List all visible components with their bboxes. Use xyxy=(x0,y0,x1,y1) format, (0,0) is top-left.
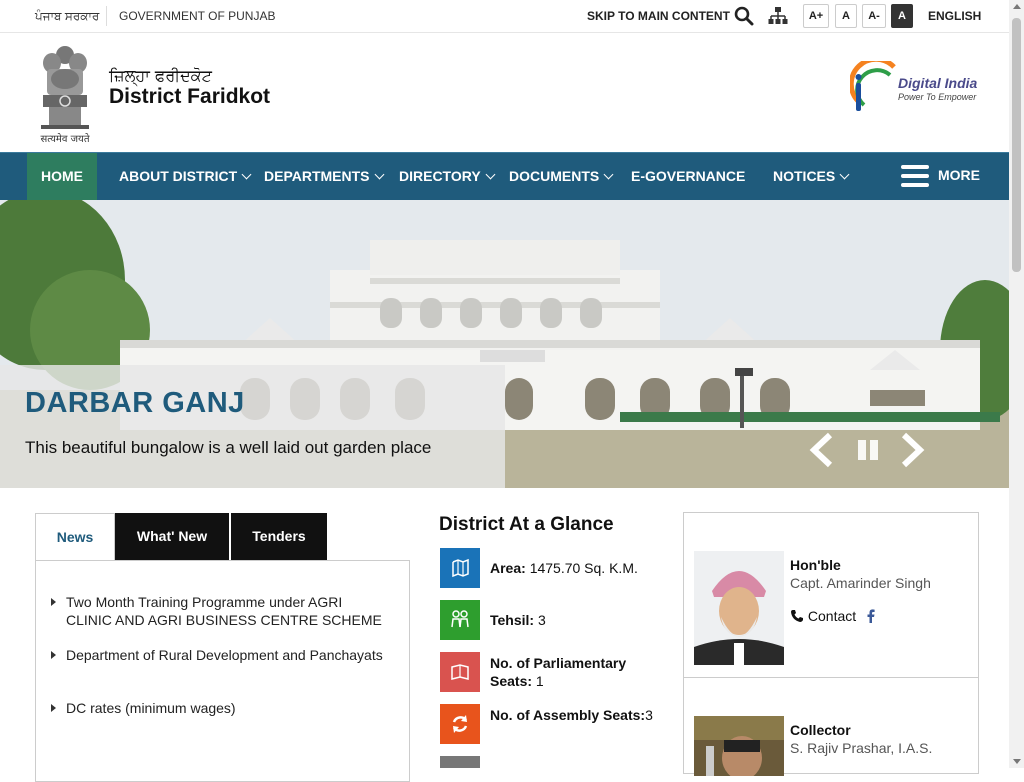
official-title: Collector xyxy=(790,722,851,738)
site-title-punjabi[interactable]: ਜ਼ਿਲ੍ਹਾ ਫਰੀਦਕੋਟ xyxy=(109,66,212,86)
search-icon[interactable] xyxy=(734,6,754,26)
punjab-sarkar-link[interactable]: ਪੰਜਾਬ ਸਰਕਾਰ xyxy=(35,9,99,24)
glance-row-parliamentary: No. of Parliamentary Seats: 1 xyxy=(440,652,670,692)
hero-slider: DARBAR GANJ This beautiful bungalow is a… xyxy=(0,200,1009,488)
official-photo-cm xyxy=(694,551,784,665)
glance-value: 3 xyxy=(645,707,653,723)
map-icon xyxy=(440,548,480,588)
glance-value: 3 xyxy=(537,612,546,628)
chevron-down-icon xyxy=(485,169,496,180)
news-item[interactable]: Two Month Training Programme under AGRI … xyxy=(51,593,386,629)
glance-row-assembly: No. of Assembly Seats:3 xyxy=(440,704,670,744)
nav-documents[interactable]: DOCUMENTS xyxy=(509,153,614,200)
scrollbar-thumb[interactable] xyxy=(1012,18,1021,272)
slide-title: DARBAR GANJ xyxy=(25,387,245,419)
government-of-punjab-link[interactable]: GOVERNMENT OF PUNJAB xyxy=(119,9,275,23)
top-bar: ਪੰਜਾਬ ਸਰਕਾਰ GOVERNMENT OF PUNJAB SKIP TO… xyxy=(0,0,1009,33)
news-item-text[interactable]: DC rates (minimum wages) xyxy=(66,700,236,716)
glance-row-area: Area: 1475.70 Sq. K.M. xyxy=(440,548,670,588)
news-item-text[interactable]: Two Month Training Programme under AGRI … xyxy=(66,594,382,628)
slider-previous-icon[interactable] xyxy=(808,432,836,468)
site-header: सत्यमेव जयते ਜ਼ਿਲ੍ਹਾ ਫਰੀਦਕੋਟ District Fa… xyxy=(0,33,1009,151)
tab-news[interactable]: News xyxy=(35,513,115,562)
chevron-down-icon xyxy=(241,169,252,180)
nav-documents-label: DOCUMENTS xyxy=(509,168,600,184)
high-contrast-button[interactable]: A xyxy=(891,4,913,28)
book-icon xyxy=(440,652,480,692)
nav-home-label: HOME xyxy=(41,168,83,184)
main-navigation: HOME ABOUT DISTRICT DEPARTMENTS DIRECTOR… xyxy=(0,152,1009,200)
glance-value: 1 xyxy=(535,673,544,689)
more-menu-label[interactable]: MORE xyxy=(938,167,980,183)
glance-label: No. of Assembly Seats: xyxy=(490,707,646,723)
digital-india-tagline: Power To Empower xyxy=(898,92,977,102)
glance-title: District At a Glance xyxy=(439,514,614,535)
divider xyxy=(684,677,978,678)
chevron-down-icon xyxy=(839,169,850,180)
tab-tenders[interactable]: Tenders xyxy=(231,513,327,560)
page-scrollbar[interactable] xyxy=(1009,0,1024,768)
glance-label: Area: xyxy=(490,560,526,576)
slide-description: This beautiful bungalow is a well laid o… xyxy=(25,438,432,457)
caret-right-icon xyxy=(51,598,56,606)
hamburger-menu-icon[interactable] xyxy=(901,165,929,187)
slider-pause-icon[interactable] xyxy=(858,440,882,462)
official-name: S. Rajiv Prashar, I.A.S. xyxy=(790,740,933,756)
glance-label: No. of Parliamentary Seats: xyxy=(490,655,627,689)
glance-label: Tehsil: xyxy=(490,612,535,628)
font-normal-button[interactable]: A xyxy=(835,4,857,28)
nav-about-district-label: ABOUT DISTRICT xyxy=(119,168,238,184)
official-name: Capt. Amarinder Singh xyxy=(790,575,931,591)
digital-india-title: Digital India xyxy=(898,75,978,91)
tab-whats-new[interactable]: What' New xyxy=(115,513,229,560)
nav-e-governance-label: E-GOVERNANCE xyxy=(631,168,746,184)
contact-link[interactable]: Contact xyxy=(790,608,876,624)
emblem-motto: सत्यमेव जयते xyxy=(40,134,90,145)
skip-to-main-content-link[interactable]: SKIP TO MAIN CONTENT xyxy=(587,9,730,23)
divider xyxy=(106,6,107,26)
news-item[interactable]: DC rates (minimum wages) xyxy=(51,699,386,717)
nav-notices[interactable]: NOTICES xyxy=(773,153,850,200)
official-title: Hon'ble xyxy=(790,557,841,573)
nav-directory[interactable]: DIRECTORY xyxy=(399,153,496,200)
nav-directory-label: DIRECTORY xyxy=(399,168,481,184)
people-icon xyxy=(440,600,480,640)
nav-departments[interactable]: DEPARTMENTS xyxy=(264,153,384,200)
national-emblem-logo[interactable]: सत्यमेव जयते xyxy=(33,41,97,145)
caret-right-icon xyxy=(51,704,56,712)
nav-home[interactable]: HOME xyxy=(27,153,97,200)
ashoka-emblem-icon xyxy=(41,46,89,129)
caret-right-icon xyxy=(51,651,56,659)
official-photo-collector xyxy=(694,716,784,776)
site-title[interactable]: District Faridkot xyxy=(109,85,270,109)
contact-label: Contact xyxy=(807,608,857,624)
glance-value: 1475.70 Sq. K.M. xyxy=(529,560,638,576)
glance-icon xyxy=(440,756,480,768)
digital-india-swirl-icon xyxy=(850,61,896,111)
chevron-down-icon xyxy=(603,169,614,180)
scroll-up-arrow-icon[interactable] xyxy=(1013,4,1021,9)
slide-caption: DARBAR GANJ This beautiful bungalow is a… xyxy=(0,365,505,488)
news-item-text[interactable]: Department of Rural Development and Panc… xyxy=(66,647,383,663)
chevron-down-icon xyxy=(374,169,384,180)
news-panel: Two Month Training Programme under AGRI … xyxy=(35,560,410,782)
language-selector[interactable]: ENGLISH xyxy=(928,9,981,23)
glance-row-tehsil: Tehsil: 3 xyxy=(440,600,670,640)
slider-next-icon[interactable] xyxy=(898,432,926,468)
glance-row-partial xyxy=(440,756,670,768)
officials-panel: Hon'ble Capt. Amarinder Singh Contact Co… xyxy=(683,512,979,776)
font-increase-button[interactable]: A+ xyxy=(803,4,829,28)
facebook-icon[interactable] xyxy=(866,609,876,623)
scroll-down-arrow-icon[interactable] xyxy=(1013,759,1021,764)
sitemap-icon[interactable] xyxy=(768,6,788,26)
font-decrease-button[interactable]: A- xyxy=(862,4,886,28)
news-item[interactable]: Department of Rural Development and Panc… xyxy=(51,646,386,664)
nav-e-governance[interactable]: E-GOVERNANCE xyxy=(631,153,745,200)
digital-india-logo[interactable]: Digital India Power To Empower xyxy=(850,61,985,117)
phone-icon xyxy=(791,610,803,622)
refresh-icon xyxy=(440,704,480,744)
nav-departments-label: DEPARTMENTS xyxy=(264,168,370,184)
nav-notices-label: NOTICES xyxy=(773,168,836,184)
nav-about-district[interactable]: ABOUT DISTRICT xyxy=(119,153,252,200)
